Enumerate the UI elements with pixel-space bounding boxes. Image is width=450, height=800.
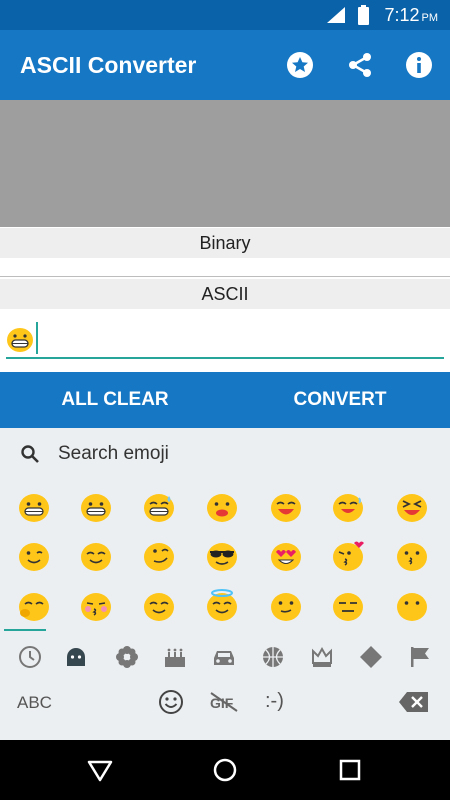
emoji-key[interactable] bbox=[331, 490, 365, 524]
category-indicator bbox=[4, 629, 46, 631]
svg-text:GIF: GIF bbox=[210, 695, 234, 711]
emoji-key[interactable] bbox=[395, 539, 429, 573]
convert-button[interactable]: CONVERT bbox=[230, 372, 450, 428]
action-bar: ALL CLEAR CONVERT bbox=[0, 372, 450, 428]
food-cake-icon[interactable] bbox=[162, 644, 188, 670]
emoji-key[interactable] bbox=[205, 539, 239, 573]
backspace-icon[interactable] bbox=[398, 690, 430, 714]
binary-output-area bbox=[0, 100, 450, 227]
emoji-key[interactable] bbox=[17, 589, 51, 623]
search-icon bbox=[21, 445, 39, 463]
app-bar: ASCII Converter bbox=[0, 30, 450, 100]
home-icon[interactable] bbox=[210, 755, 240, 785]
abc-key[interactable]: ABC bbox=[17, 693, 52, 713]
symbols-diamond-icon[interactable] bbox=[358, 644, 384, 670]
emoji-key[interactable] bbox=[79, 490, 113, 524]
emoji-key[interactable] bbox=[17, 490, 51, 524]
clock: 7:12 PM bbox=[384, 5, 438, 25]
objects-crown-icon[interactable] bbox=[309, 644, 335, 670]
emoji-key[interactable] bbox=[205, 589, 239, 623]
emoji-key[interactable] bbox=[205, 490, 239, 524]
emoji-mode-icon[interactable] bbox=[158, 689, 184, 715]
recents-icon[interactable] bbox=[335, 755, 365, 785]
back-icon[interactable] bbox=[85, 755, 115, 785]
search-placeholder: Search emoji bbox=[58, 443, 169, 464]
emoji-search-bar[interactable]: Search emoji bbox=[0, 428, 450, 480]
emoji-key[interactable] bbox=[331, 589, 365, 623]
all-clear-button[interactable]: ALL CLEAR bbox=[0, 372, 230, 428]
emoji-key[interactable] bbox=[142, 589, 176, 623]
input-underline bbox=[6, 357, 444, 359]
activity-ball-icon[interactable] bbox=[260, 644, 286, 670]
emoji-key[interactable] bbox=[395, 589, 429, 623]
status-bar: 7:12 PM bbox=[0, 0, 450, 30]
emoji-key[interactable] bbox=[142, 490, 176, 524]
emoji-key[interactable] bbox=[79, 539, 113, 573]
divider bbox=[0, 276, 450, 277]
emoji-key[interactable] bbox=[331, 539, 365, 573]
app-title: ASCII Converter bbox=[20, 52, 197, 78]
share-icon[interactable] bbox=[345, 50, 375, 80]
nature-flower-icon[interactable] bbox=[114, 644, 140, 670]
emoji-key[interactable] bbox=[142, 539, 176, 573]
gif-off-icon[interactable]: GIF bbox=[208, 690, 240, 714]
navigation-bar bbox=[0, 740, 450, 800]
emoji-key[interactable] bbox=[269, 490, 303, 524]
emoji-key[interactable] bbox=[79, 589, 113, 623]
recent-clock-icon[interactable] bbox=[17, 644, 43, 670]
battery-icon bbox=[358, 5, 369, 25]
car-icon[interactable] bbox=[211, 644, 237, 670]
binary-label: Binary bbox=[0, 228, 450, 258]
ascii-input[interactable] bbox=[0, 310, 450, 362]
ascii-label: ASCII bbox=[0, 279, 450, 309]
signal-icon bbox=[327, 7, 345, 23]
smileys-icon[interactable] bbox=[63, 644, 89, 670]
emoji-key[interactable] bbox=[269, 589, 303, 623]
emoji-key[interactable] bbox=[395, 490, 429, 524]
text-cursor bbox=[36, 322, 38, 354]
emoji-key[interactable] bbox=[269, 539, 303, 573]
emoji-key[interactable] bbox=[17, 539, 51, 573]
kaomoji-key[interactable]: :-) bbox=[265, 690, 284, 713]
grinning-emoji bbox=[7, 328, 33, 352]
flags-icon[interactable] bbox=[407, 644, 433, 670]
star-icon[interactable] bbox=[285, 50, 315, 80]
info-icon[interactable] bbox=[404, 50, 434, 80]
